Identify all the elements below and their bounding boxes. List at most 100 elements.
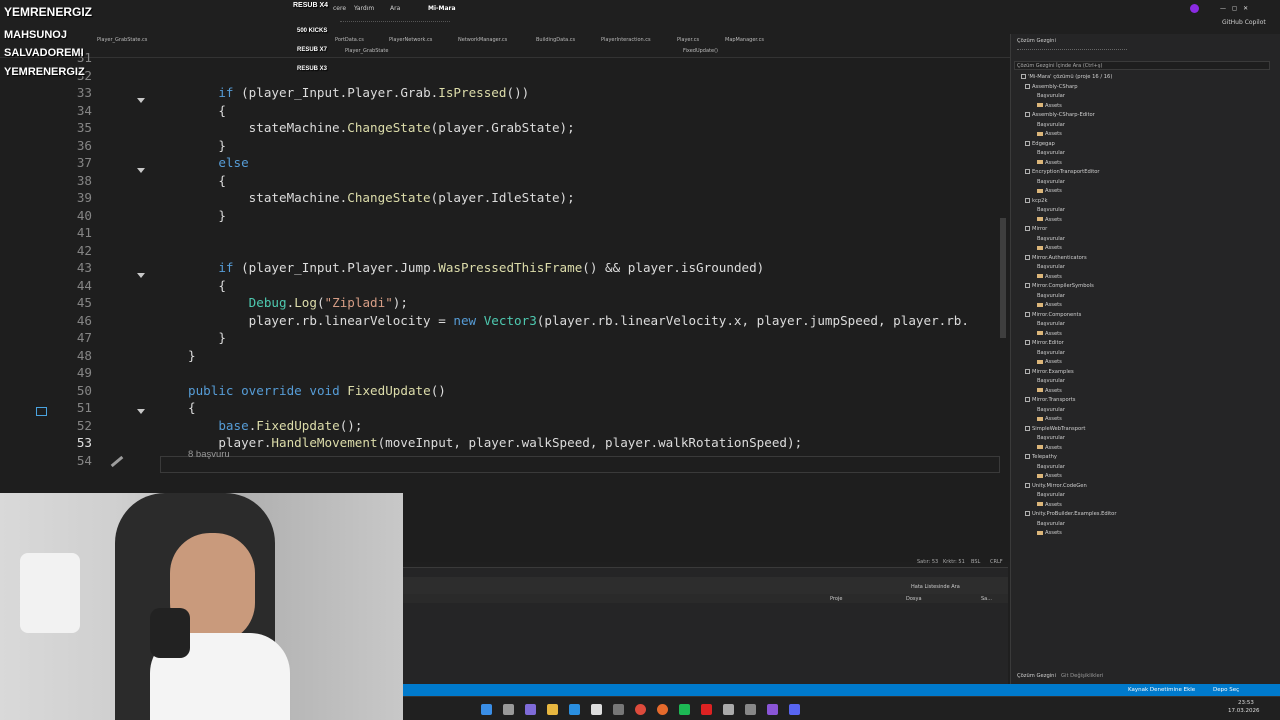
code-line[interactable]: player.rb.linearVelocity = new Vector3(p…: [188, 313, 969, 328]
project-item[interactable]: Unity.Mirror.CodeGen: [1025, 482, 1087, 489]
clock-date[interactable]: 17.03.2026: [1228, 708, 1260, 714]
assets-folder[interactable]: Assets: [1037, 416, 1062, 422]
fold-icon[interactable]: [137, 273, 145, 278]
code-line[interactable]: {: [188, 278, 226, 293]
menu-item[interactable]: cere: [333, 5, 346, 12]
col-line[interactable]: Sa...: [981, 596, 992, 602]
app-icon[interactable]: [701, 704, 712, 715]
assets-folder[interactable]: Assets: [1037, 160, 1062, 166]
project-item[interactable]: Assembly-CSharp: [1025, 83, 1078, 90]
tab-playernetwork[interactable]: PlayerNetwork.cs: [389, 37, 432, 43]
tab-buildingdata[interactable]: BuildingData.cs: [536, 37, 575, 43]
col-file[interactable]: Dosya: [906, 596, 922, 602]
fold-icon[interactable]: [137, 98, 145, 103]
references-node[interactable]: Başvurular: [1037, 207, 1065, 213]
references-node[interactable]: Başvurular: [1037, 264, 1065, 270]
references-node[interactable]: Başvurular: [1037, 150, 1065, 156]
project-item[interactable]: Mirror.Components: [1025, 311, 1081, 318]
code-editor[interactable]: 31 32 33 if (player_Input.Player.Grab.IsPr…: [0, 50, 1010, 562]
fold-icon[interactable]: [137, 409, 145, 414]
project-item[interactable]: Mirror.Authenticators: [1025, 254, 1087, 261]
references-node[interactable]: Başvurular: [1037, 464, 1065, 470]
code-line[interactable]: {: [188, 400, 196, 415]
store-icon[interactable]: [591, 704, 602, 715]
code-line[interactable]: stateMachine.ChangeState(player.GrabStat…: [188, 120, 575, 135]
code-line[interactable]: base.FixedUpdate();: [188, 418, 362, 433]
assets-folder[interactable]: Assets: [1037, 331, 1062, 337]
code-line[interactable]: {: [188, 173, 226, 188]
app-icon[interactable]: [679, 704, 690, 715]
explorer-icon[interactable]: [547, 704, 558, 715]
error-search-input[interactable]: Hata Listesinde Ara: [911, 584, 960, 590]
window-controls[interactable]: — ▢ ✕: [1220, 5, 1248, 12]
unity-icon[interactable]: [745, 704, 756, 715]
references-node[interactable]: Başvurular: [1037, 179, 1065, 185]
firefox-icon[interactable]: [657, 704, 668, 715]
code-line[interactable]: if (player_Input.Player.Jump.WasPressedT…: [188, 260, 764, 275]
class-dropdown[interactable]: Player_GrabState: [345, 48, 388, 54]
tab-playerinteraction[interactable]: PlayerInteraction.cs: [601, 37, 651, 43]
project-item[interactable]: Mirror.Transports: [1025, 397, 1076, 403]
clock-time[interactable]: 23:53: [1238, 700, 1254, 706]
assets-folder[interactable]: Assets: [1037, 274, 1062, 280]
scrollbar-vertical[interactable]: [1000, 218, 1006, 338]
code-line[interactable]: player.HandleMovement(moveInput, player.…: [188, 435, 802, 450]
code-line[interactable]: public override void FixedUpdate(): [188, 383, 446, 398]
tab-solution-explorer[interactable]: Çözüm Gezgini: [1017, 673, 1056, 679]
references-node[interactable]: Başvurular: [1037, 321, 1065, 327]
project-item[interactable]: Mirror: [1025, 226, 1047, 232]
discord-icon[interactable]: [789, 704, 800, 715]
code-line[interactable]: {: [188, 103, 226, 118]
assets-folder[interactable]: Assets: [1037, 445, 1062, 451]
search-icon[interactable]: [503, 704, 514, 715]
assets-folder[interactable]: Assets: [1037, 359, 1062, 365]
assets-folder[interactable]: Assets: [1037, 217, 1062, 223]
solution-root[interactable]: 'Mi-Mara' çözümü (proje 16 / 16): [1021, 74, 1112, 80]
col-project[interactable]: Proje: [830, 596, 842, 602]
quick-action-brush-icon[interactable]: [110, 455, 124, 468]
references-node[interactable]: Başvurular: [1037, 293, 1065, 299]
fold-icon[interactable]: [137, 168, 145, 173]
assets-folder[interactable]: Assets: [1037, 502, 1062, 508]
project-item[interactable]: SimpleWebTransport: [1025, 425, 1085, 432]
chrome-icon[interactable]: [635, 704, 646, 715]
project-item[interactable]: Mirror.CompilerSymbols: [1025, 283, 1094, 289]
select-repo[interactable]: Depo Seç: [1213, 687, 1239, 693]
member-dropdown[interactable]: FixedUpdate(): [683, 48, 718, 54]
visual-studio-icon[interactable]: [767, 704, 778, 715]
references-node[interactable]: Başvurular: [1037, 435, 1065, 441]
code-line[interactable]: }: [188, 138, 226, 153]
references-node[interactable]: Başvurular: [1037, 350, 1065, 356]
project-item[interactable]: kcp2k: [1025, 197, 1047, 204]
assets-folder[interactable]: Assets: [1037, 103, 1062, 109]
tab-networkmanager[interactable]: NetworkManager.cs: [458, 37, 507, 43]
line-ending[interactable]: CRLF: [990, 559, 1003, 565]
app-icon[interactable]: [613, 704, 624, 715]
references-node[interactable]: Başvurular: [1037, 492, 1065, 498]
menu-search[interactable]: Ara: [390, 5, 400, 12]
solution-search-input[interactable]: Çözüm Gezgini İçinde Ara (Ctrl+ş): [1014, 61, 1270, 70]
start-icon[interactable]: [481, 704, 492, 715]
project-item[interactable]: Mirror.Examples: [1025, 368, 1074, 375]
tab-grabstate[interactable]: Player_GrabState.cs: [97, 37, 147, 43]
code-line[interactable]: }: [188, 348, 196, 363]
solution-toolbar[interactable]: [1017, 49, 1127, 57]
assets-folder[interactable]: Assets: [1037, 473, 1062, 479]
breakpoint-marker-icon[interactable]: [36, 407, 47, 416]
project-item[interactable]: Mirror.Editor: [1025, 340, 1064, 346]
assets-folder[interactable]: Assets: [1037, 302, 1062, 308]
project-item[interactable]: Edgegap: [1025, 140, 1055, 147]
edge-icon[interactable]: [569, 704, 580, 715]
code-line[interactable]: }: [188, 330, 226, 345]
code-line[interactable]: stateMachine.ChangeState(player.IdleStat…: [188, 190, 575, 205]
tab-player[interactable]: Player.cs: [677, 37, 699, 43]
references-node[interactable]: Başvurular: [1037, 378, 1065, 384]
add-source-control[interactable]: Kaynak Denetimine Ekle: [1128, 687, 1195, 693]
project-item[interactable]: Unity.ProBuilder.Examples.Editor: [1025, 511, 1117, 517]
project-item[interactable]: EncryptionTransportEditor: [1025, 169, 1100, 175]
tab-mapmanager[interactable]: MapManager.cs: [725, 37, 764, 43]
avatar[interactable]: [1190, 4, 1199, 13]
menu-help[interactable]: Yardım: [354, 5, 374, 12]
code-line[interactable]: if (player_Input.Player.Grab.IsPressed()…: [188, 85, 529, 100]
settings-icon[interactable]: [723, 704, 734, 715]
